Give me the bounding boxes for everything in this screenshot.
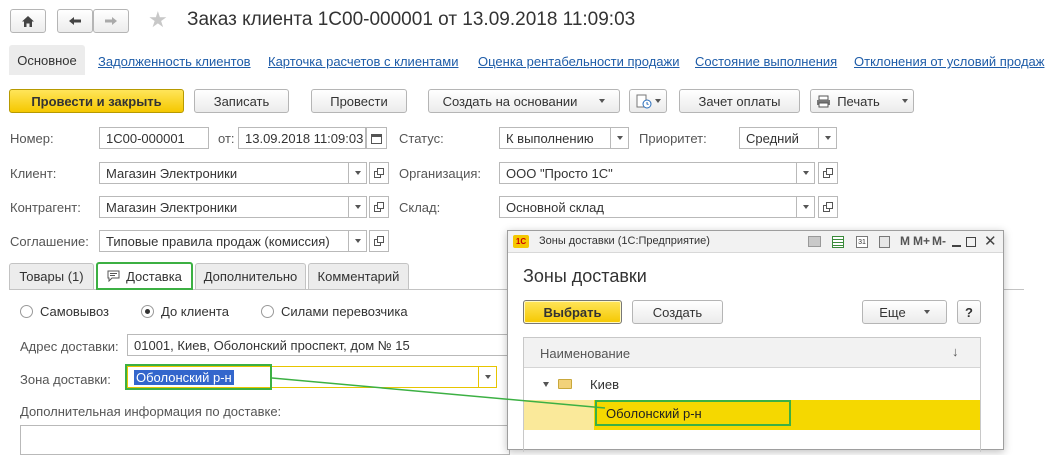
connector-line — [271, 377, 606, 409]
